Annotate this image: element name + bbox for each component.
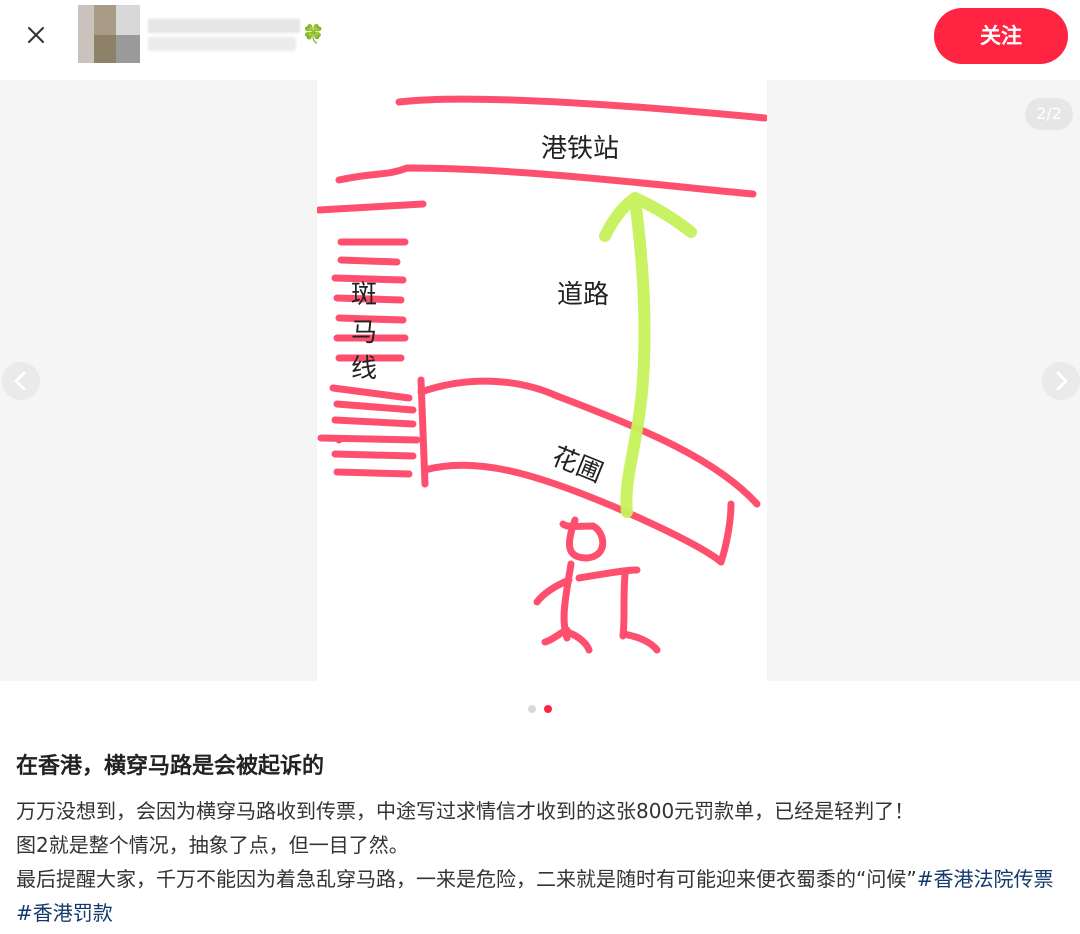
- figure-leg-right: [619, 570, 661, 654]
- pagination-dot[interactable]: [528, 704, 536, 713]
- follow-button[interactable]: 关注: [934, 8, 1068, 64]
- next-slide-button[interactable]: [1042, 362, 1080, 400]
- zebra-stripe: [331, 416, 417, 428]
- label-station: 港铁站: [541, 134, 620, 164]
- pagination-dot-active[interactable]: [544, 704, 552, 713]
- slide-counter: 2/2: [1025, 98, 1073, 130]
- post-text: 最后提醒大家，千万不能因为着急乱穿马路，一来是危险，二来就是随时有可能迎来便衣蜀…: [16, 867, 917, 891]
- hashtag-link[interactable]: #香港法院传票: [917, 867, 1054, 891]
- post-paragraph: 图2就是整个情况，抽象了点，但一目了然。: [16, 833, 409, 857]
- label-crossing-3: 线: [351, 354, 378, 384]
- station-top-line: [395, 95, 767, 122]
- chevron-left-icon: [14, 371, 26, 391]
- zebra-stripe: [333, 400, 417, 414]
- zebra-stripe: [331, 450, 417, 460]
- post-body: 万万没想到，会因为横穿马路收到传票，中途写过求情信才收到的这张800元罚款单，已…: [16, 794, 1056, 930]
- zebra-stripe: [337, 256, 401, 266]
- post-title: 在香港，横穿马路是会被起诉的: [16, 754, 325, 779]
- hand-drawn-map: [317, 95, 767, 654]
- post-paragraph: 最后提醒大家，千万不能因为着急乱穿马路，一来是危险，二来就是随时有可能迎来便衣蜀…: [16, 862, 1056, 930]
- close-icon: [28, 27, 44, 43]
- figure-head: [559, 516, 607, 562]
- label-crossing-2: 马: [351, 318, 378, 348]
- route-arrow-shaft: [620, 194, 651, 518]
- carousel-slide-drawing: 港铁站 道路 斑 马 线 花圃: [317, 80, 767, 681]
- image-carousel[interactable]: 港铁站 道路 斑 马 线 花圃 2/2: [0, 80, 1080, 681]
- clover-badge-icon: 🍀: [302, 24, 325, 45]
- chevron-right-icon: [1056, 371, 1068, 391]
- carousel-pagination: [0, 698, 1080, 713]
- route-arrow-head: [599, 192, 697, 242]
- zebra-stripe: [317, 434, 421, 444]
- zebra-stripe: [329, 384, 413, 402]
- close-button[interactable]: [22, 21, 50, 49]
- zebra-stripe: [317, 200, 427, 214]
- post-header: 🍀 关注: [0, 0, 1080, 80]
- zebra-stripe: [333, 468, 413, 478]
- station-bottom-line: [335, 164, 757, 198]
- avatar[interactable]: [78, 5, 140, 63]
- prev-slide-button[interactable]: [2, 362, 40, 400]
- hashtag-link[interactable]: #香港罚款: [16, 901, 113, 925]
- label-road: 道路: [557, 280, 610, 310]
- garden-right-edge: [717, 500, 735, 566]
- label-crossing-1: 斑: [351, 280, 378, 310]
- author-name-blurred[interactable]: [148, 17, 300, 53]
- garden-left-edge: [417, 376, 429, 488]
- post-paragraph: 万万没想到，会因为横穿马路收到传票，中途写过求情信才收到的这张800元罚款单，已…: [16, 799, 915, 823]
